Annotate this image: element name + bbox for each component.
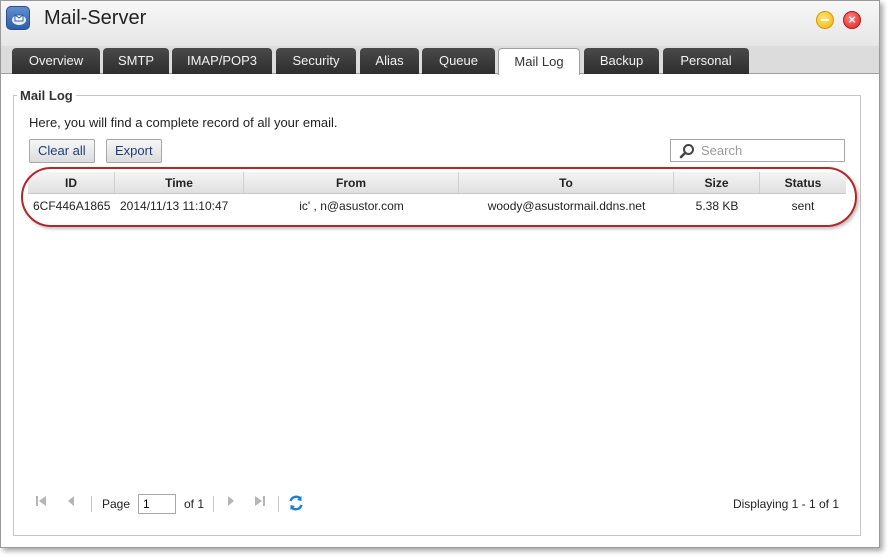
cell-from: ic' , n@asustor.com (299, 199, 404, 213)
panel-legend: Mail Log (17, 88, 76, 103)
title-bar: Mail-Server × (1, 1, 879, 46)
cell-id: 6CF446A1865 (33, 199, 111, 213)
tab-smtp[interactable]: SMTP (103, 48, 169, 74)
tab-imap-pop3[interactable]: IMAP/POP3 (172, 48, 272, 74)
pager-separator (91, 496, 92, 512)
previous-page-icon[interactable] (63, 495, 79, 511)
column-header-time[interactable]: Time (115, 172, 244, 193)
column-header-from[interactable]: From (244, 172, 459, 193)
table-row[interactable]: 6CF446A1865 2014/11/13 11:10:47 ic' , n@… (28, 194, 846, 218)
search-box[interactable] (670, 139, 845, 162)
page-count-label: of 1 (184, 497, 205, 511)
minimize-button[interactable] (816, 11, 834, 29)
tab-security[interactable]: Security (276, 48, 356, 74)
last-page-icon[interactable] (252, 495, 268, 511)
column-header-id[interactable]: ID (28, 172, 115, 193)
cell-status: sent (791, 199, 815, 213)
tab-bar: Overview SMTP IMAP/POP3 Security Alias Q… (1, 46, 879, 75)
tab-overview[interactable]: Overview (12, 48, 100, 74)
window-title: Mail-Server (44, 7, 147, 29)
column-header-size[interactable]: Size (674, 172, 760, 193)
refresh-icon[interactable] (288, 495, 304, 511)
first-page-icon[interactable] (33, 495, 49, 511)
search-input[interactable] (701, 142, 841, 159)
pager-separator (213, 496, 214, 512)
close-button[interactable]: × (843, 11, 861, 29)
tab-alias[interactable]: Alias (360, 48, 419, 74)
next-page-icon[interactable] (223, 495, 239, 511)
column-header-status[interactable]: Status (760, 172, 846, 193)
mail-log-table: ID Time From To Size Status 6CF446A1865 … (28, 172, 846, 218)
clear-all-button[interactable]: Clear all (29, 139, 95, 163)
tab-mail-log[interactable]: Mail Log (498, 48, 580, 75)
cell-time: 2014/11/13 11:10:47 (120, 199, 229, 213)
page-number-input[interactable] (138, 494, 176, 514)
close-icon: × (848, 12, 856, 27)
panel-description: Here, you will find a complete record of… (29, 115, 338, 130)
mail-server-app-icon (6, 6, 30, 30)
tab-queue[interactable]: Queue (422, 48, 495, 74)
page-label: Page (102, 497, 131, 511)
pagination-bar: Page of 1 Displaying 1 - 1 of 1 (28, 492, 846, 516)
table-header: ID Time From To Size Status (28, 172, 846, 194)
tab-backup[interactable]: Backup (584, 48, 659, 74)
tab-personal[interactable]: Personal (663, 48, 749, 74)
search-icon (679, 144, 694, 159)
column-header-to[interactable]: To (459, 172, 674, 193)
cell-to: woody@asustormail.ddns.net (487, 199, 646, 213)
export-button[interactable]: Export (106, 139, 162, 163)
pager-separator (278, 496, 279, 512)
displaying-count: Displaying 1 - 1 of 1 (732, 497, 839, 511)
cell-size: 5.38 KB (695, 199, 739, 213)
